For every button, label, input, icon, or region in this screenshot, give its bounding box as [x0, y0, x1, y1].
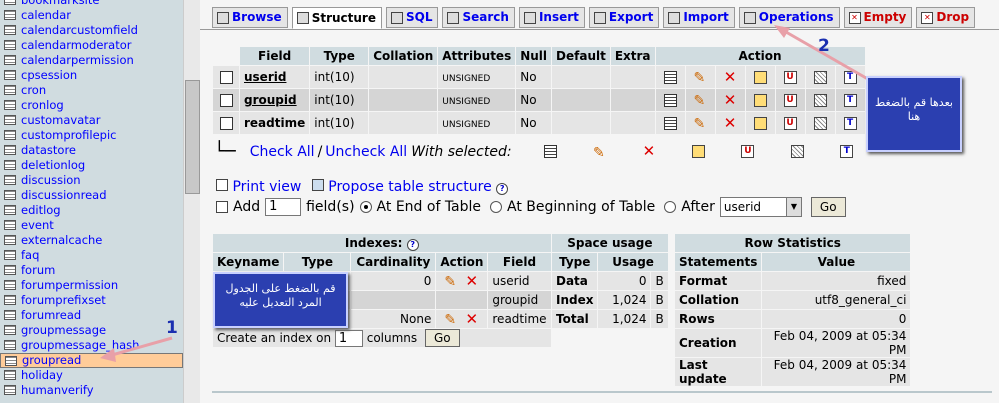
- annotation-arrows: [100, 25, 881, 362]
- step2-number: 2: [818, 36, 830, 56]
- step2-arrowhead: [774, 25, 790, 38]
- step2-callout: بعدها قم بالضغط هنا: [866, 76, 962, 152]
- step1-arrow: [111, 336, 173, 357]
- step1-callout: قم بالضغط على الجدول المرد التعديل عليه: [213, 272, 348, 328]
- step1-arrowhead: [100, 348, 116, 362]
- step1-number: 1: [166, 318, 178, 338]
